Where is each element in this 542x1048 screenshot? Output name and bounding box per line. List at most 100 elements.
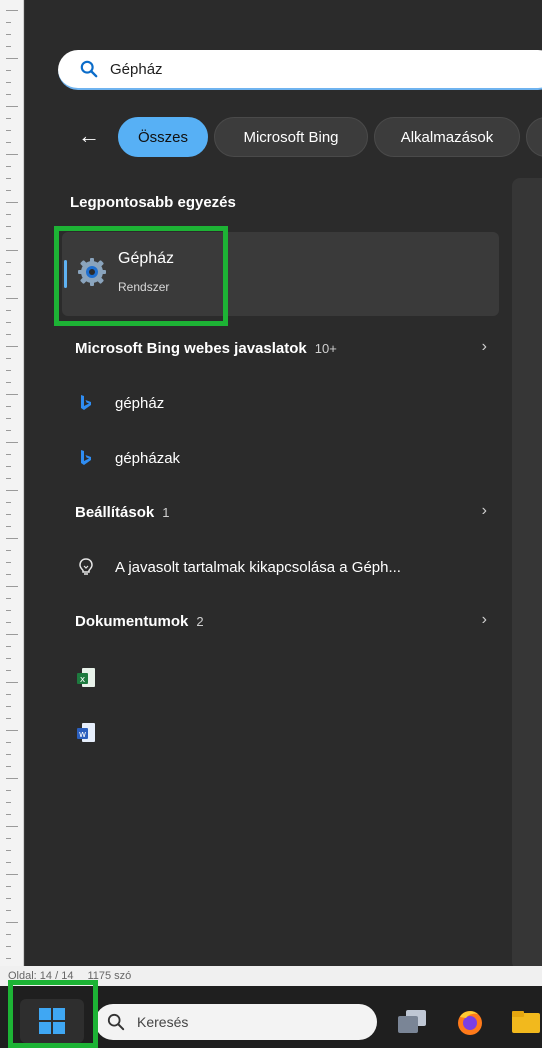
ruler-tick [6,874,18,875]
ruler-tick [6,34,11,35]
ruler-tick [6,130,11,131]
documents-section-title: Dokumentumok [75,612,189,630]
document-result-item[interactable]: w [75,718,495,748]
back-arrow-button[interactable]: ← [78,125,102,149]
search-query: Gépház [110,60,163,78]
ruler-tick [6,286,11,287]
ruler-tick [6,550,11,551]
bing-icon [75,447,97,469]
ruler-tick [6,10,18,11]
filter-tab-all[interactable]: Összes [118,117,208,157]
ruler-tick [6,430,11,431]
ruler-tick [6,538,18,539]
ruler-tick [6,418,11,419]
task-view-icon[interactable] [396,1007,428,1037]
file-explorer-icon[interactable] [510,1007,542,1037]
ruler-tick [6,838,11,839]
ruler-tick [6,922,18,923]
ruler-tick [6,322,11,323]
ruler-tick [6,442,18,443]
bing-section-title: Microsoft Bing webes javaslatok [75,339,307,357]
ruler-tick [6,862,11,863]
ruler-tick [6,958,11,959]
ruler-tick [6,250,18,251]
ruler-tick [6,886,11,887]
ruler-tick [6,814,11,815]
bing-suggestion-item[interactable]: gépházak [75,443,495,473]
ruler-tick [6,166,11,167]
ruler-tick [6,802,11,803]
ruler-tick [6,826,18,827]
preview-panel [512,178,542,970]
ruler-tick [6,178,11,179]
ruler-tick [6,610,11,611]
ruler-tick [6,274,11,275]
settings-section-header[interactable]: Beállítások 1 › [75,498,495,526]
ruler-tick [6,646,11,647]
ruler-tick [6,730,18,731]
ruler-tick [6,718,11,719]
ruler-tick [6,766,11,767]
ruler-tick [6,478,11,479]
ruler-tick [6,382,11,383]
ruler-tick [6,358,11,359]
ruler-tick [6,910,11,911]
firefox-icon[interactable] [454,1007,486,1037]
ruler-tick [6,466,11,467]
ruler-tick [6,214,11,215]
ruler-tick [6,238,11,239]
ruler-tick [6,190,11,191]
ruler-tick [6,502,11,503]
svg-text:x: x [80,675,86,685]
ruler-tick [6,370,11,371]
ruler-tick [6,658,11,659]
lightbulb-icon [75,556,97,578]
chevron-right-icon: › [481,502,487,519]
ruler-tick [6,634,18,635]
ruler-tick [6,742,11,743]
ruler-tick [6,706,11,707]
excel-file-icon: x [75,667,97,689]
ruler-tick [6,454,11,455]
annotation-highlight-start-button [8,980,98,1048]
ruler-tick [6,586,18,587]
ruler-tick [6,694,11,695]
ruler-tick [6,346,18,347]
documents-section-header[interactable]: Dokumentumok 2 › [75,607,495,635]
settings-result-item[interactable]: A javasolt tartalmak kikapcsolása a Géph… [75,552,495,582]
ruler-tick [6,514,11,515]
bing-suggestion-label: gépházak [115,449,181,467]
svg-text:w: w [79,730,86,740]
filter-tab-apps[interactable]: Alkalmazások [374,117,520,157]
ruler-tick [6,778,18,779]
search-input[interactable]: Gépház [58,50,542,90]
document-result-item[interactable]: x [75,663,495,693]
ruler-tick [6,394,18,395]
bing-suggestion-item[interactable]: gépház [75,388,495,418]
settings-section-count: 1 [162,504,170,520]
ruler-tick [6,934,11,935]
word-file-icon: w [75,722,97,744]
ruler-tick [6,70,11,71]
ruler-tick [6,118,11,119]
ruler-tick [6,94,11,95]
ruler-tick [6,406,11,407]
annotation-highlight-best-match [54,226,228,326]
ruler-tick [6,898,11,899]
bing-suggestions-header[interactable]: Microsoft Bing webes javaslatok 10+ › [75,334,495,362]
ruler-tick [6,202,18,203]
bing-section-count: 10+ [314,340,337,356]
ruler-tick [6,574,11,575]
ruler-tick [6,106,18,107]
taskbar-search-box[interactable]: Keresés [95,1004,377,1040]
word-vertical-ruler [0,0,24,975]
ruler-tick [6,334,11,335]
ruler-tick [6,754,11,755]
ruler-tick [6,58,18,59]
ruler-tick [6,226,11,227]
ruler-tick [6,850,11,851]
ruler-tick [6,670,11,671]
filter-tab-microsoft-bing[interactable]: Microsoft Bing [214,117,368,157]
ruler-tick [6,82,11,83]
ruler-tick [6,490,18,491]
